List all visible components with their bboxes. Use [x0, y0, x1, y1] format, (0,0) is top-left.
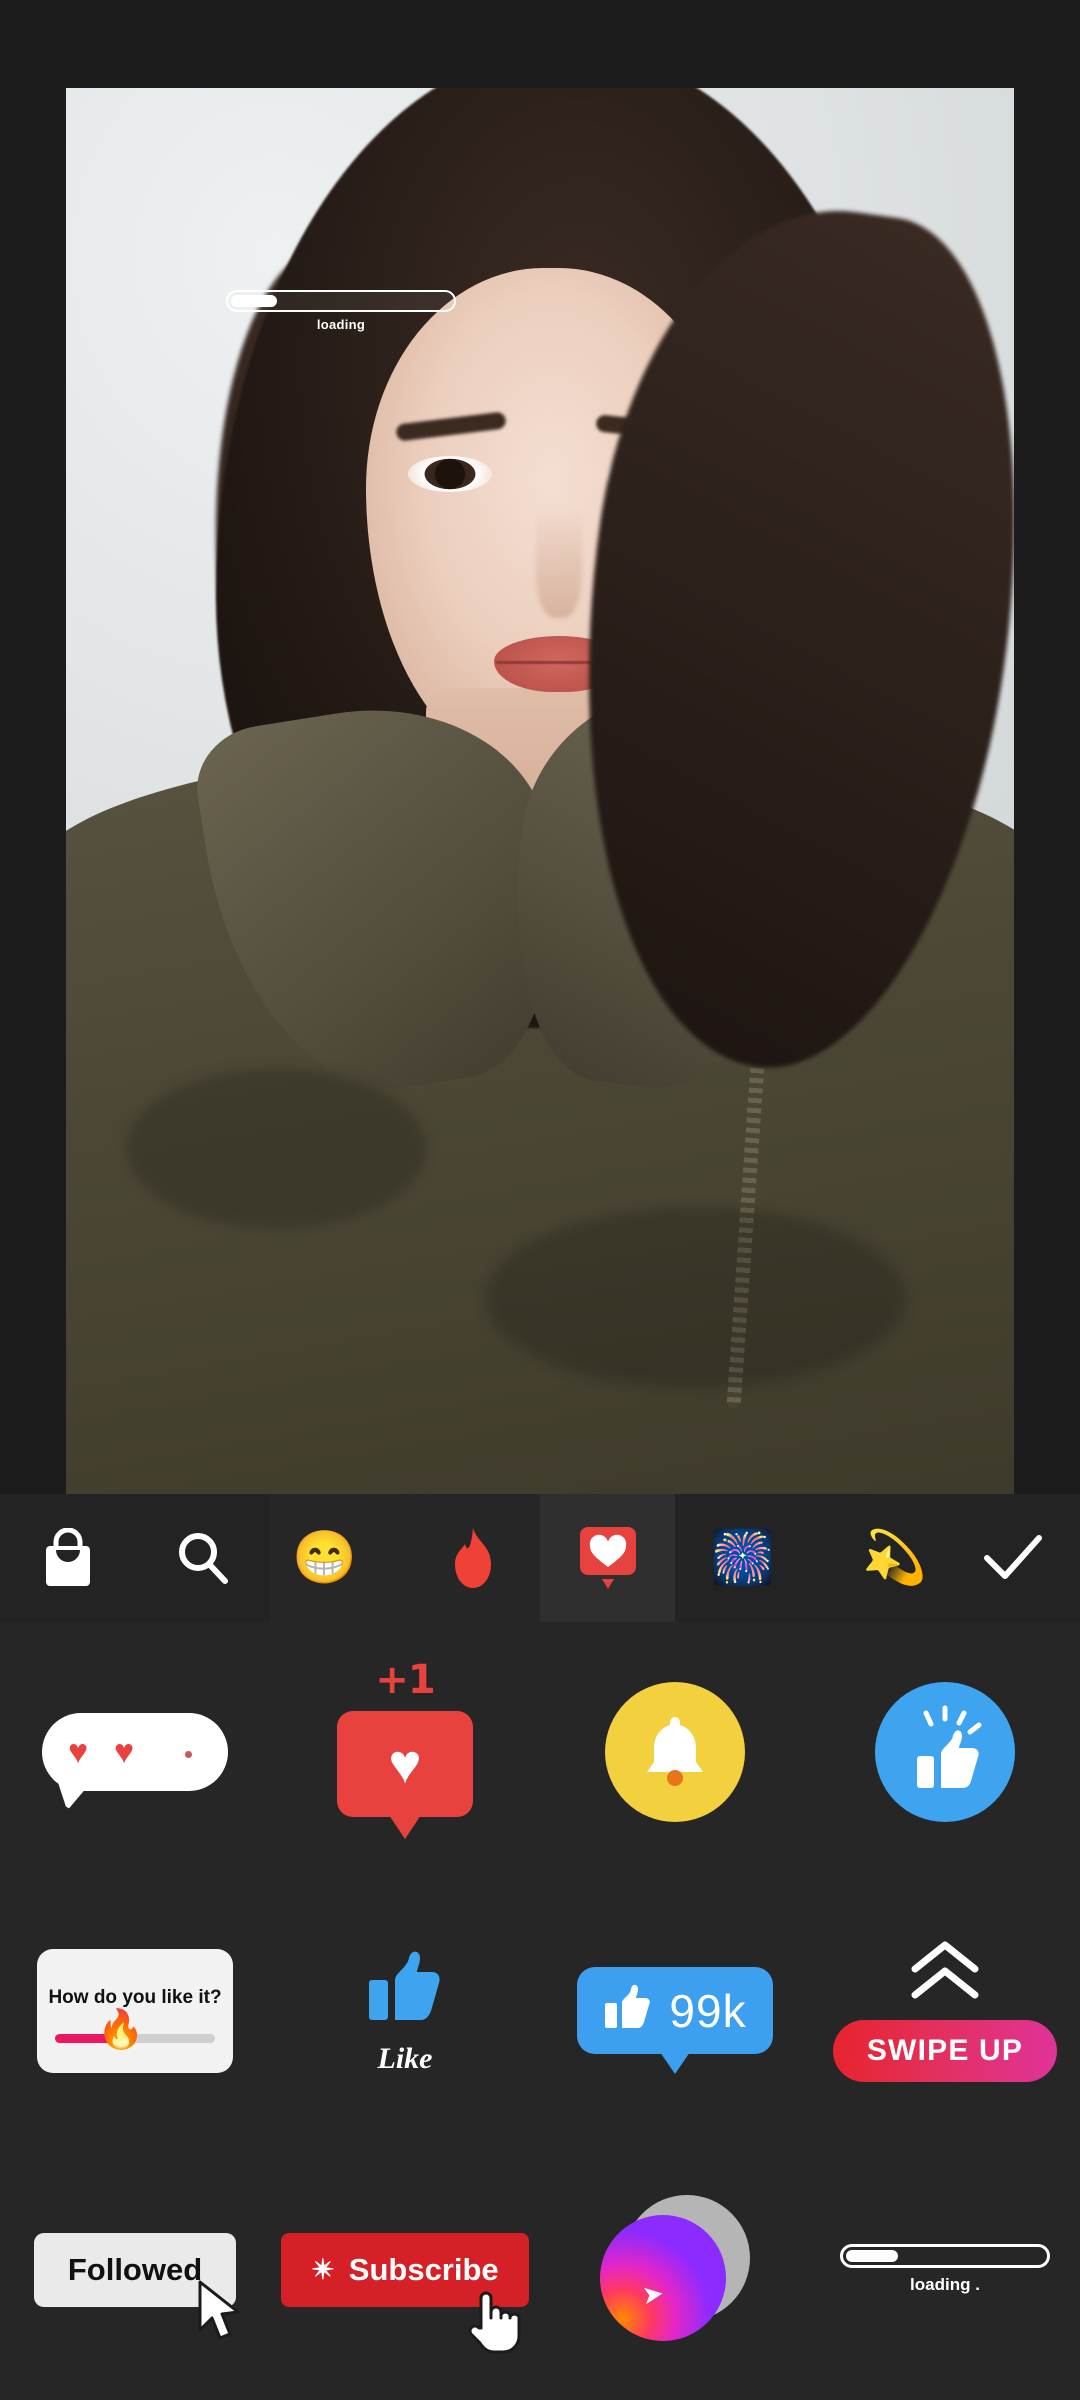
thumbs-up-icon	[365, 1946, 445, 2036]
heart-icon: ♥	[114, 1732, 135, 1771]
shopping-bag-icon	[40, 1528, 96, 1588]
photo-canvas[interactable]: loading	[0, 0, 1080, 1494]
sticker-row: ♥ ♥ +1 ♥	[0, 1622, 1080, 1881]
arrow-cursor-icon	[192, 2278, 248, 2353]
search-icon	[174, 1529, 232, 1587]
poll-question-label: How do you like it?	[48, 1986, 222, 2008]
like-count-sticker[interactable]: 99k	[540, 1881, 810, 2140]
heart-notification-icon	[578, 1525, 638, 1591]
eye-left	[408, 456, 492, 492]
category-tab-search[interactable]	[135, 1494, 270, 1622]
heart-icon: ♥	[388, 1731, 422, 1795]
heart-icon: ♥	[68, 1732, 89, 1771]
sticker-grid[interactable]: ♥ ♥ +1 ♥ How do you like it? 🔥 Like 99k …	[0, 1622, 1080, 2400]
sticker-row: Followed ✴ Subscribe ➤ loading .	[0, 2140, 1080, 2399]
category-tab-sparkle[interactable]: 💫	[810, 1494, 945, 1622]
like-label: Like	[377, 2041, 433, 2075]
canvas-loading-sticker[interactable]: loading	[226, 290, 456, 332]
category-tab-flame[interactable]	[405, 1494, 540, 1622]
bell-notification-sticker[interactable]	[540, 1622, 810, 1881]
like-count-label: 99k	[669, 1984, 747, 2037]
double-chevron-up-icon	[905, 1939, 985, 2006]
firework-icon: 🎆	[710, 1529, 775, 1587]
gradient-share-orb-sticker[interactable]: ➤	[540, 2140, 810, 2399]
speech-bubble-tail	[56, 1776, 96, 1811]
thumbs-up-icon	[875, 1681, 1015, 1822]
photo-preview[interactable]: loading	[66, 88, 1014, 1494]
star-icon: ✴	[311, 2253, 335, 2285]
category-tab-shop[interactable]	[0, 1494, 135, 1622]
fabric-fold	[486, 1208, 906, 1388]
swipe-up-label[interactable]: SWIPE UP	[832, 2020, 1058, 2082]
loading-bar-sticker[interactable]: loading .	[810, 2140, 1080, 2399]
category-tab-firework[interactable]: 🎆	[675, 1494, 810, 1622]
swipe-up-sticker[interactable]: SWIPE UP	[810, 1881, 1080, 2140]
checkmark-icon	[982, 1532, 1044, 1584]
sticker-row: How do you like it? 🔥 Like 99k SWIPE UP	[0, 1881, 1080, 2140]
nose	[536, 508, 582, 618]
fabric-fold	[126, 1068, 426, 1228]
heart-notification-icon: ♥	[337, 1710, 473, 1839]
thumbs-up-icon	[603, 1983, 653, 2038]
grinning-emoji-icon: 😁	[292, 1529, 357, 1587]
flame-icon	[447, 1526, 499, 1590]
bell-icon	[605, 1681, 745, 1822]
poll-slider-sticker[interactable]: How do you like it? 🔥	[0, 1881, 270, 2140]
plus-one-label: +1	[375, 1656, 435, 1703]
hand-cursor-icon	[465, 2284, 523, 2363]
loading-bar-fill	[231, 295, 277, 307]
loading-bar-icon	[840, 2244, 1050, 2268]
category-tab-confirm[interactable]	[945, 1494, 1080, 1622]
heart-notification-sticker[interactable]: +1 ♥	[270, 1622, 540, 1881]
sticker-category-bar[interactable]: 😁 🎆 💫	[0, 1494, 1080, 1622]
loading-label: loading .	[910, 2275, 980, 2294]
category-tab-emoji[interactable]: 😁	[270, 1494, 405, 1622]
paper-plane-icon: ➤	[639, 2277, 666, 2310]
orb-gradient-circle	[600, 2214, 726, 2341]
loading-bar-icon	[226, 290, 456, 312]
followed-button-sticker[interactable]: Followed	[0, 2140, 270, 2399]
subscribe-label: Subscribe	[348, 2251, 499, 2287]
loading-bar-fill	[846, 2250, 898, 2262]
category-tab-social[interactable]	[540, 1494, 675, 1622]
subscribe-button-sticker[interactable]: ✴ Subscribe	[270, 2140, 540, 2399]
canvas-loading-label: loading	[316, 317, 366, 332]
like-thumb-sticker[interactable]: Like	[270, 1881, 540, 2140]
purple-sparkle-icon: 💫	[862, 1529, 927, 1587]
bubble-dot-icon	[185, 1750, 192, 1758]
fire-emoji-icon[interactable]: 🔥	[97, 2011, 144, 2049]
comment-bubble-hearts-sticker[interactable]: ♥ ♥	[0, 1622, 270, 1881]
thumbs-up-circle-sticker[interactable]	[810, 1622, 1080, 1881]
